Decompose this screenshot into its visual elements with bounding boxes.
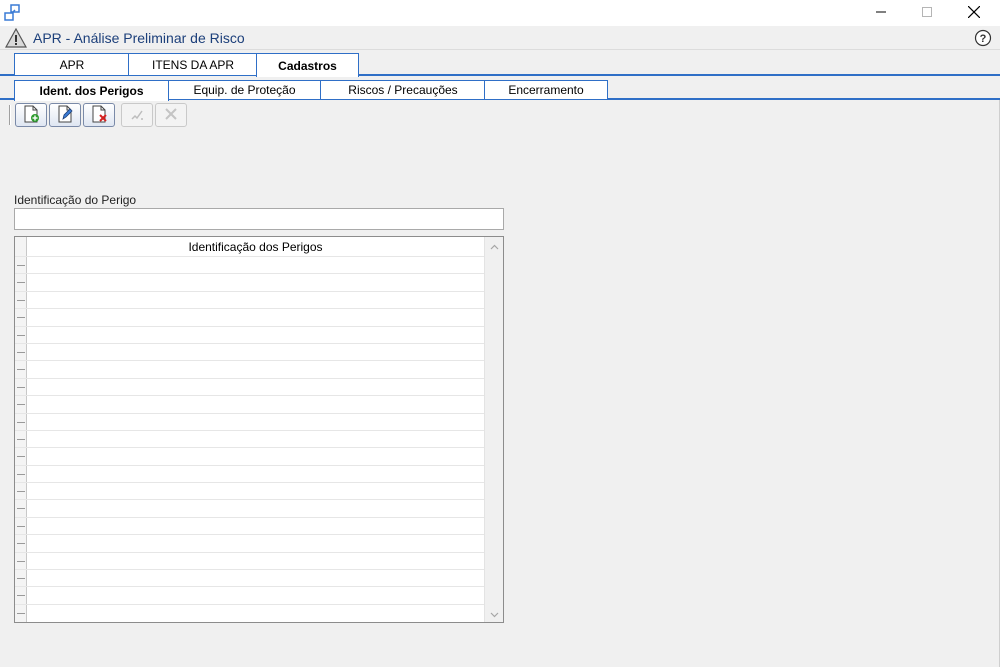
maximize-button[interactable] — [904, 0, 950, 26]
row-indicator — [17, 299, 25, 301]
row-indicator — [17, 421, 25, 423]
row-indicator — [17, 265, 25, 266]
row-indicator — [17, 438, 25, 440]
table-row[interactable] — [15, 273, 484, 290]
edit-record-icon — [56, 105, 74, 126]
tab-apr[interactable]: APR — [14, 53, 130, 75]
subtab-label: Ident. dos Perigos — [39, 84, 144, 98]
main-tabs: APR ITENS DA APR Cadastros — [0, 53, 1000, 77]
new-record-icon — [22, 105, 40, 126]
row-indicator — [17, 543, 25, 545]
cancel-record-button[interactable] — [155, 103, 187, 127]
subtab-ident-perigos[interactable]: Ident. dos Perigos — [14, 80, 169, 101]
row-indicator — [17, 473, 25, 475]
close-button[interactable] — [951, 0, 997, 26]
save-record-button[interactable] — [121, 103, 153, 127]
svg-text:?: ? — [980, 33, 987, 45]
table-row[interactable] — [15, 377, 484, 395]
table-row[interactable] — [15, 256, 484, 273]
chevron-down-icon — [490, 607, 499, 621]
tab-content: Identificação do Perigo Identificação do… — [0, 100, 1000, 667]
window-titlebar — [0, 0, 1000, 26]
row-indicator — [17, 317, 25, 319]
row-indicator — [17, 595, 25, 597]
table-row[interactable] — [15, 551, 484, 569]
minimize-button[interactable] — [858, 0, 904, 26]
subtab-riscos-precaucoes[interactable]: Riscos / Precauções — [320, 80, 486, 99]
table-row[interactable] — [15, 516, 484, 534]
tab-label: APR — [59, 57, 85, 72]
tab-cadastros[interactable]: Cadastros — [256, 53, 359, 77]
perigos-grid[interactable]: Identificação dos Perigos — [14, 236, 504, 623]
subtab-equip-protecao[interactable]: Equip. de Proteção — [167, 80, 322, 99]
table-row[interactable] — [15, 290, 484, 308]
warning-icon — [4, 27, 28, 48]
row-indicator — [17, 491, 25, 493]
sub-tabs: Ident. dos Perigos Equip. de Proteção Ri… — [0, 80, 1000, 101]
table-row[interactable] — [15, 447, 484, 464]
cancel-record-icon — [162, 105, 180, 126]
table-row[interactable] — [15, 569, 484, 586]
subtab-label: Encerramento — [508, 83, 584, 97]
table-row[interactable] — [15, 395, 484, 412]
tab-label: ITENS DA APR — [151, 57, 235, 72]
row-indicator — [17, 282, 25, 284]
row-indicator — [17, 578, 25, 580]
scroll-up-button[interactable] — [485, 237, 503, 254]
restore-window-icon — [4, 4, 22, 22]
subtab-label: Equip. de Proteção — [193, 83, 296, 97]
table-row[interactable] — [15, 308, 484, 325]
minimize-icon — [876, 6, 886, 20]
tab-itens-da-apr[interactable]: ITENS DA APR — [128, 53, 258, 75]
row-indicator — [17, 612, 25, 614]
row-indicator — [17, 351, 25, 353]
tab-label: Cadastros — [278, 58, 337, 73]
maximize-icon — [922, 6, 932, 20]
table-row[interactable] — [15, 342, 484, 360]
row-indicator — [17, 456, 25, 458]
table-row[interactable] — [15, 534, 484, 551]
row-indicator — [17, 508, 25, 510]
chevron-up-icon — [490, 239, 499, 253]
row-indicator — [17, 525, 25, 527]
row-indicator — [17, 560, 25, 562]
help-icon[interactable]: ? — [974, 29, 992, 47]
row-indicator — [17, 369, 25, 371]
close-icon — [967, 5, 981, 21]
save-record-icon — [128, 105, 146, 126]
table-row[interactable] — [15, 482, 484, 499]
grid-rows — [15, 256, 484, 621]
row-indicator — [17, 386, 25, 388]
subtab-encerramento[interactable]: Encerramento — [484, 80, 608, 99]
table-row[interactable] — [15, 429, 484, 447]
toolbar-separator — [9, 105, 11, 125]
page-title: APR - Análise Preliminar de Risco — [33, 30, 245, 46]
table-row[interactable] — [15, 499, 484, 516]
edit-record-button[interactable] — [49, 103, 81, 127]
subtab-label: Riscos / Precauções — [348, 83, 458, 97]
table-row[interactable] — [15, 586, 484, 603]
delete-record-icon — [90, 105, 108, 126]
row-indicator — [17, 404, 25, 406]
table-row[interactable] — [15, 464, 484, 482]
table-row[interactable] — [15, 412, 484, 430]
field-label: Identificação do Perigo — [14, 193, 137, 207]
perigo-input[interactable] — [14, 208, 504, 230]
row-indicator — [17, 334, 25, 336]
page-header: APR - Análise Preliminar de Risco ? — [0, 26, 1000, 50]
table-row[interactable] — [15, 325, 484, 343]
table-row[interactable] — [15, 603, 484, 621]
scroll-down-button[interactable] — [485, 605, 503, 622]
table-row[interactable] — [15, 360, 484, 377]
column-header-label: Identificação dos Perigos — [188, 239, 323, 254]
delete-record-button[interactable] — [83, 103, 115, 127]
grid-scrollbar[interactable] — [484, 237, 503, 622]
grid-column-header[interactable]: Identificação dos Perigos — [27, 237, 484, 256]
main-panel: APR ITENS DA APR Cadastros Ident. dos Pe… — [0, 50, 1000, 667]
new-record-button[interactable] — [15, 103, 47, 127]
